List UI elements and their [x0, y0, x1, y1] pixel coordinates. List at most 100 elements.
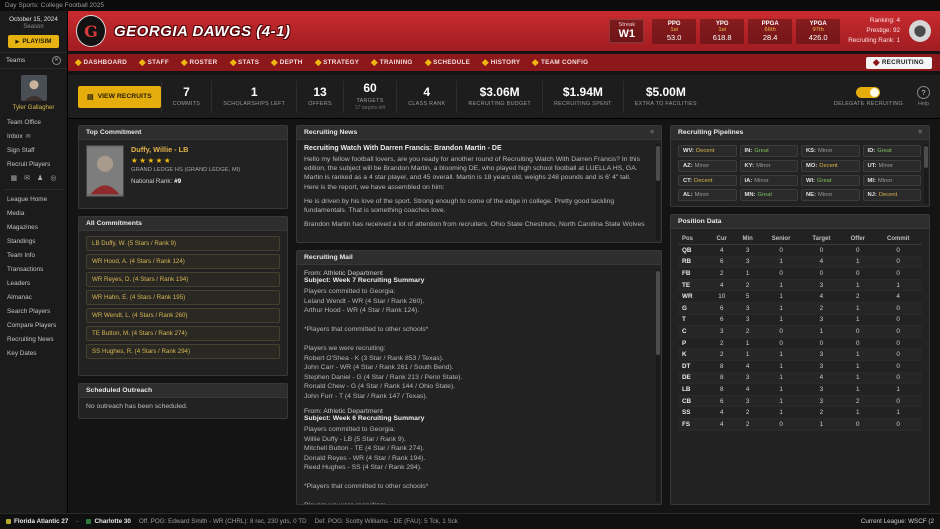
- pipeline-al[interactable]: AL: Minor: [678, 189, 737, 201]
- panel-menu-icon[interactable]: ≡: [650, 129, 654, 136]
- scrollbar[interactable]: [924, 144, 928, 204]
- value-cell: 0: [841, 337, 875, 350]
- pipeline-id[interactable]: ID: Great: [862, 145, 921, 157]
- commitment-item[interactable]: LB Duffy, W. (5 Stars / Rank 9): [86, 236, 280, 251]
- sidebar-item-key-dates[interactable]: Key Dates: [0, 346, 67, 360]
- table-row-k[interactable]: K211310: [678, 348, 922, 361]
- sidebar-item-almanac[interactable]: Almanac: [0, 290, 67, 304]
- tab-roster[interactable]: ROSTER: [181, 59, 218, 66]
- tab-team-config[interactable]: TEAM CONFIG: [532, 59, 588, 66]
- value-cell: 4: [874, 290, 922, 303]
- scout-icon[interactable]: ◎: [50, 174, 56, 182]
- pipeline-ky[interactable]: KY: Minor: [739, 159, 798, 172]
- pipeline-wi[interactable]: WI: Great: [801, 174, 860, 187]
- table-row-c[interactable]: C320100: [678, 325, 922, 338]
- tab-dashboard[interactable]: DASHBOARD: [75, 59, 127, 66]
- pipeline-az[interactable]: AZ: Minor: [678, 159, 737, 172]
- mail-subject: Subject: Week 6 Recruiting Summary: [304, 415, 425, 423]
- pipeline-nj[interactable]: NJ: Decent: [862, 189, 921, 201]
- pipeline-ut[interactable]: UT: Minor: [862, 159, 921, 172]
- pipeline-ia[interactable]: IA: Minor: [739, 174, 798, 187]
- header-stat-ypg: YPG 1st 618.8: [700, 18, 745, 44]
- commitment-item[interactable]: WR Hahn, E. (4 Stars / Rank 195): [86, 290, 280, 305]
- commitment-item[interactable]: SS Hughes, R. (4 Stars / Rank 294): [86, 344, 280, 359]
- tab-staff[interactable]: STAFF: [139, 59, 169, 66]
- scrollbar[interactable]: [656, 269, 660, 502]
- sidebar-link-inbox[interactable]: Inbox ✉: [0, 129, 67, 143]
- stat-value: 426.0: [808, 32, 828, 42]
- value-cell: 1: [760, 302, 802, 315]
- table-row-fs[interactable]: FS 4 2 0 1 0 0: [678, 418, 922, 431]
- tab-depth[interactable]: DEPTH: [271, 59, 302, 66]
- table-row-cb[interactable]: CB 6 3 1 3 2 0: [678, 395, 922, 408]
- pipeline-in[interactable]: IN: Great: [739, 145, 798, 157]
- play-sim-button[interactable]: ▶ PLAY/SIM: [8, 35, 59, 48]
- delegate-toggle[interactable]: [856, 86, 881, 98]
- news-paragraphs: Hello my fellow football lovers, are you…: [304, 155, 654, 229]
- commitment-item[interactable]: TE Button, M. (4 Stars / Rank 274): [86, 326, 280, 341]
- pipeline-ct[interactable]: CT: Decent: [678, 174, 737, 187]
- sidebar-item-team-info[interactable]: Team Info: [0, 248, 67, 262]
- team-logo-icon: [6, 519, 11, 524]
- panel-menu-icon[interactable]: ≡: [918, 129, 922, 136]
- metric-value: 1: [250, 84, 258, 99]
- tab-training[interactable]: TRAINING: [371, 59, 412, 66]
- commitment-item[interactable]: WR Reyes, D. (4 Stars / Rank 194): [86, 272, 280, 287]
- sidebar-item-media[interactable]: Media: [0, 206, 67, 220]
- scrollbar[interactable]: [656, 144, 660, 240]
- table-row-wr[interactable]: WR 10 5 1 4 2 4: [678, 290, 922, 303]
- view-recruits-button[interactable]: ▤ VIEW RECRUITS: [78, 85, 161, 108]
- sidebar-item-recruiting-news[interactable]: Recruiting News: [0, 332, 67, 346]
- tab-strategy[interactable]: STRATEGY: [314, 59, 360, 66]
- sidebar-item-transactions[interactable]: Transactions: [0, 262, 67, 276]
- sidebar-link-recruit-players[interactable]: Recruit Players: [0, 157, 67, 171]
- pipeline-wv[interactable]: WV: Decent: [678, 145, 737, 157]
- scrollbar-thumb[interactable]: [656, 146, 660, 181]
- close-icon[interactable]: ✕: [52, 56, 61, 65]
- top-commitment-body: Duffy, Willie - LB ★★★★★ GRAND LEDGE HS …: [79, 140, 287, 208]
- sidebar-link-sign-staff[interactable]: Sign Staff: [0, 143, 67, 157]
- pipeline-mn[interactable]: MN: Great: [739, 189, 798, 201]
- value-cell: 1: [801, 418, 842, 431]
- scrollbar-thumb[interactable]: [924, 146, 928, 168]
- sidebar-item-standings[interactable]: Standings: [0, 234, 67, 248]
- table-row-qb[interactable]: QB 4 3 0 0 0 0: [678, 244, 922, 257]
- commitment-item[interactable]: WR Wendt, L. (4 Stars / Rank 260): [86, 308, 280, 323]
- sidebar-item-leaders[interactable]: Leaders: [0, 276, 67, 290]
- table-row-dt[interactable]: DT 8 4 1 3 1 0: [678, 360, 922, 373]
- pipeline-ks[interactable]: KS: Minor: [801, 145, 860, 157]
- scrollbar-thumb[interactable]: [656, 271, 660, 355]
- sidebar-item-compare-players[interactable]: Compare Players: [0, 318, 67, 332]
- tab-history[interactable]: HISTORY: [482, 59, 520, 66]
- sidebar-item-league-home[interactable]: League Home: [0, 192, 67, 206]
- tab-schedule[interactable]: SCHEDULE: [424, 59, 471, 66]
- pipeline-mo[interactable]: MO: Decent: [801, 159, 860, 172]
- pipeline-ne[interactable]: NE: Minor: [801, 189, 860, 201]
- table-row-te[interactable]: TE 4 2 1 3 1 1: [678, 279, 922, 292]
- pipeline-mi[interactable]: MI: Minor: [862, 174, 921, 187]
- help-icon[interactable]: ?: [917, 86, 930, 99]
- sidebar-item-magazines[interactable]: Magazines: [0, 220, 67, 234]
- player-name[interactable]: Duffy, Willie - LB: [131, 145, 240, 154]
- table-row-p[interactable]: P210000: [678, 337, 922, 350]
- commitment-item[interactable]: WR Hood, A. (4 Stars / Rank 124): [86, 254, 280, 269]
- sidebar-item-search-players[interactable]: Search Players: [0, 304, 67, 318]
- table-row-ss[interactable]: SS 4 2 1 2 1 1: [678, 406, 922, 419]
- players-icon[interactable]: ♟: [37, 174, 43, 182]
- tab-stats[interactable]: STATS: [229, 59, 260, 66]
- table-row-t[interactable]: T631310: [678, 314, 922, 327]
- metric-value: 7: [183, 84, 190, 99]
- header-stat-ypga: YPGA 97th 426.0: [796, 18, 841, 44]
- table-row-fb[interactable]: FB 2 1 0 0 0 0: [678, 267, 922, 280]
- mail-icon[interactable]: ✉: [24, 174, 30, 182]
- table-row-g[interactable]: G631210: [678, 302, 922, 315]
- table-row-de[interactable]: DE 8 3 1 4 1 0: [678, 372, 922, 385]
- table-row-lb[interactable]: LB 8 4 1 3 1 1: [678, 383, 922, 396]
- diamond-icon: [271, 59, 278, 66]
- sidebar-link-team-office[interactable]: Team Office: [0, 115, 67, 129]
- value-cell: 3: [801, 360, 842, 373]
- calendar-icon[interactable]: ▦: [11, 174, 18, 182]
- value-cell: 3: [734, 372, 761, 385]
- table-row-rb[interactable]: RB 6 3 1 4 1 0: [678, 256, 922, 269]
- tab-recruiting[interactable]: RECRUITING: [866, 56, 932, 69]
